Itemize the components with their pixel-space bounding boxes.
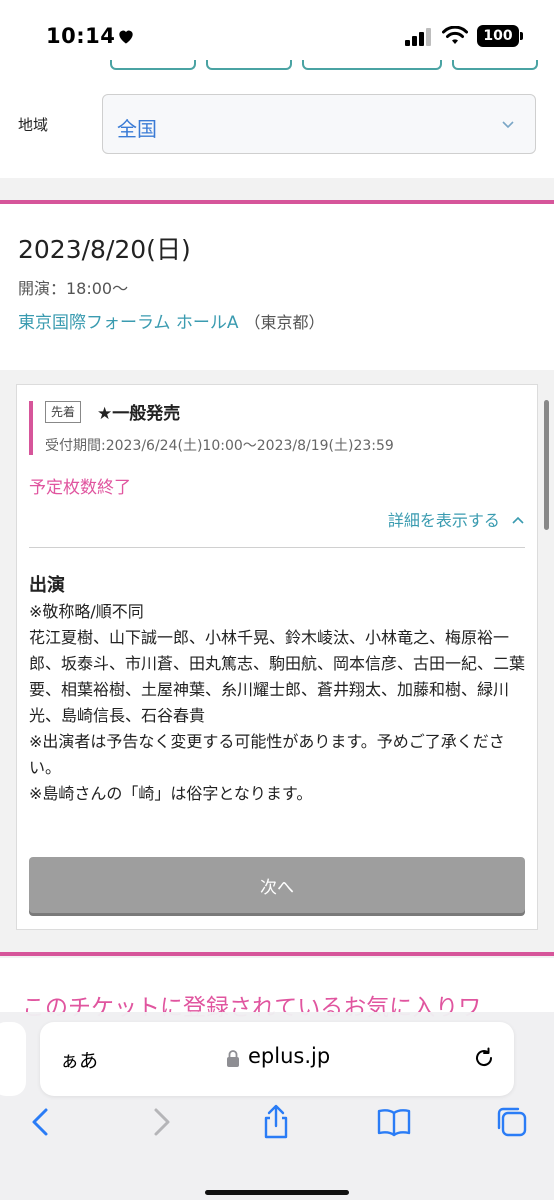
filter-tab[interactable]	[110, 60, 196, 70]
previous-tab-peek[interactable]	[0, 1022, 26, 1096]
next-button[interactable]: 次へ	[29, 857, 525, 913]
chevron-down-icon	[502, 121, 514, 129]
back-icon[interactable]	[24, 1104, 60, 1140]
page-settings-button[interactable]: ぁあ	[60, 1046, 98, 1073]
home-indicator	[205, 1190, 349, 1195]
sale-block: 先着 ★一般発売 受付期間:2023/6/24(土)10:00～2023/8/1…	[29, 401, 509, 455]
cast-heading: 出演	[29, 575, 65, 596]
forward-icon[interactable]	[142, 1104, 178, 1140]
region-selected-value: 全国	[117, 117, 157, 141]
ticket-card: 先着 ★一般発売 受付期間:2023/6/24(土)10:00～2023/8/1…	[16, 384, 538, 930]
filter-tab[interactable]	[302, 60, 442, 70]
url-text: eplus.jp	[248, 1044, 331, 1068]
sale-type-badge: 先着	[45, 401, 82, 423]
filter-tab-row	[0, 60, 554, 74]
region-label: 地域	[18, 116, 49, 134]
battery-indicator: 100	[477, 25, 519, 47]
tabs-icon[interactable]	[494, 1104, 530, 1140]
event-start-time: 開演：18:00～	[18, 279, 129, 298]
browser-toolbar: ぁあ eplus.jp	[0, 1012, 554, 1200]
cast-name-note: ※島崎さんの「崎」は俗字となります。	[29, 784, 313, 803]
section-divider	[0, 952, 554, 956]
filter-tab[interactable]	[452, 60, 538, 70]
cellular-signal-icon	[405, 28, 431, 46]
bookmarks-icon[interactable]	[376, 1104, 412, 1140]
cast-body: ※敬称略/順不同 花江夏樹、山下誠一郎、小林千晃、鈴木崚汰、小林竜之、梅原裕一郎…	[29, 599, 529, 807]
share-icon[interactable]	[258, 1104, 294, 1140]
chevron-up-icon	[512, 516, 524, 524]
region-select[interactable]: 全国	[102, 94, 536, 154]
cast-list: 花江夏樹、山下誠一郎、小林千晃、鈴木崚汰、小林竜之、梅原裕一郎、坂泰斗、市川蒼、…	[29, 628, 526, 725]
sale-period: 受付期間:2023/6/24(土)10:00～2023/8/19(土)23:59	[45, 438, 394, 454]
event-info: 2023/8/20(日) 開演：18:00～ 東京国際フォーラム ホールA （東京…	[0, 204, 554, 370]
venue-link[interactable]: 東京国際フォーラム ホールA	[18, 313, 239, 333]
address-bar[interactable]: ぁあ eplus.jp	[40, 1022, 514, 1096]
event-date: 2023/8/20(日)	[18, 235, 191, 264]
reload-icon[interactable]	[472, 1046, 496, 1070]
sold-out-status: 予定枚数終了	[29, 478, 131, 498]
filter-tab[interactable]	[206, 60, 292, 70]
show-details-label: 詳細を表示する	[387, 511, 500, 530]
show-details-link[interactable]: 詳細を表示する	[388, 507, 525, 531]
event-venue: 東京国際フォーラム ホールA （東京都）	[18, 308, 325, 333]
card-divider	[29, 547, 525, 548]
sale-title: ★一般発売	[97, 404, 181, 424]
cast-note: ※敬称略/順不同	[29, 602, 144, 621]
scrollbar-thumb[interactable]	[544, 400, 549, 530]
wifi-icon	[442, 26, 468, 44]
heart-icon	[119, 30, 133, 44]
status-time: 10:14	[46, 24, 116, 48]
venue-prefecture: （東京都）	[244, 313, 325, 332]
status-bar: 10:14 100	[0, 0, 554, 66]
region-section: 地域 全国	[0, 60, 554, 178]
battery-tip	[520, 32, 523, 40]
lock-icon	[227, 1050, 239, 1067]
cast-change-notice: ※出演者は予告なく変更する可能性があります。予めご了承ください。	[29, 732, 505, 777]
